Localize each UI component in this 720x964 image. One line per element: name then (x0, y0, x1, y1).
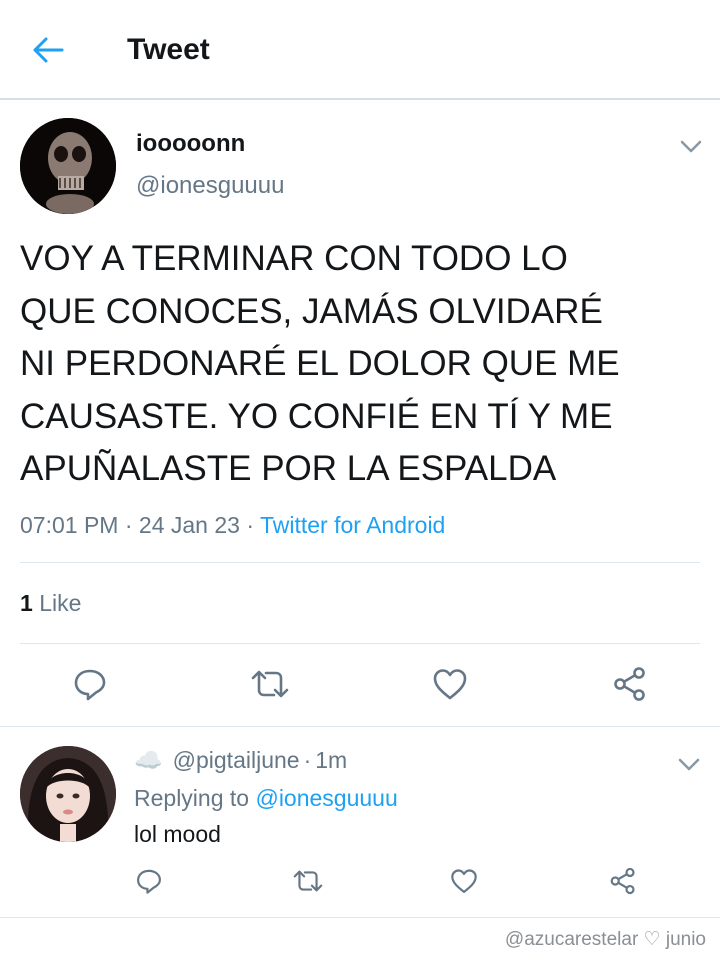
divider (20, 562, 700, 563)
share-icon (610, 867, 635, 895)
reply-text: lol mood (134, 821, 221, 847)
reply-button[interactable] (70, 664, 110, 704)
heart-icon (451, 869, 477, 893)
retweet-icon (251, 670, 289, 698)
reply-header: ☁️ @pigtailjune · 1m (134, 744, 347, 776)
chevron-down-icon (680, 140, 702, 153)
tweet-date: 24 Jan 23 (138, 512, 240, 538)
divider (20, 643, 700, 644)
meta-dot: · (246, 512, 254, 538)
reply-icon (74, 669, 106, 701)
reply-avatar[interactable] (20, 746, 116, 842)
reply-more-options-button[interactable] (675, 750, 703, 778)
meta-dot: · (124, 512, 133, 538)
likes-count-link[interactable]: 1 Like (20, 587, 81, 619)
retweet-icon (293, 870, 323, 892)
heart-icon (433, 669, 467, 700)
like-button[interactable] (430, 664, 470, 704)
retweet-button[interactable] (250, 664, 290, 704)
meta-dot: · (303, 747, 312, 773)
reply-like-button[interactable] (448, 865, 480, 897)
user-handle[interactable]: @ionesguuuu (136, 170, 284, 202)
tweet-time: 07:01 PM (20, 512, 119, 538)
replying-to-line: Replying to @ionesguuuu (134, 782, 398, 814)
reply-user-handle[interactable]: @pigtailjune (173, 744, 300, 776)
watermark-text: @azucarestelar ♡ junio (504, 929, 706, 950)
app-header (0, 0, 720, 100)
reply-retweet-button[interactable] (292, 865, 324, 897)
replying-mention-link[interactable]: @ionesguuuu (255, 785, 397, 811)
display-name[interactable]: iooooonn (136, 128, 245, 160)
tweet-source-link[interactable]: Twitter for Android (260, 512, 445, 538)
girl-avatar-image (20, 746, 116, 842)
replying-prefix: Replying to (134, 785, 250, 811)
tweet-text: VOY A TERMINAR CON TODO LO QUE CONOCES, … (20, 239, 620, 488)
arrow-left-icon (33, 37, 64, 63)
share-button[interactable] (610, 664, 650, 704)
share-icon (614, 667, 645, 701)
likes-label: Like (39, 590, 82, 616)
likes-count: 1 (20, 590, 33, 616)
more-options-button[interactable] (677, 132, 705, 160)
chevron-down-icon (678, 758, 700, 771)
divider (0, 917, 720, 918)
skull-avatar-image (20, 118, 116, 214)
reply-age: 1m (315, 747, 348, 773)
reply-icon (137, 869, 161, 894)
back-button[interactable] (28, 30, 68, 70)
cloud-emoji: ☁️ (134, 747, 163, 773)
reply-reply-button[interactable] (133, 865, 165, 897)
page-title: Tweet (127, 33, 210, 66)
reply-share-button[interactable] (607, 865, 639, 897)
divider (0, 726, 720, 727)
tweet-meta: 07:01 PM · 24 Jan 23 · Twitter for Andro… (20, 509, 445, 541)
avatar[interactable] (20, 118, 116, 214)
